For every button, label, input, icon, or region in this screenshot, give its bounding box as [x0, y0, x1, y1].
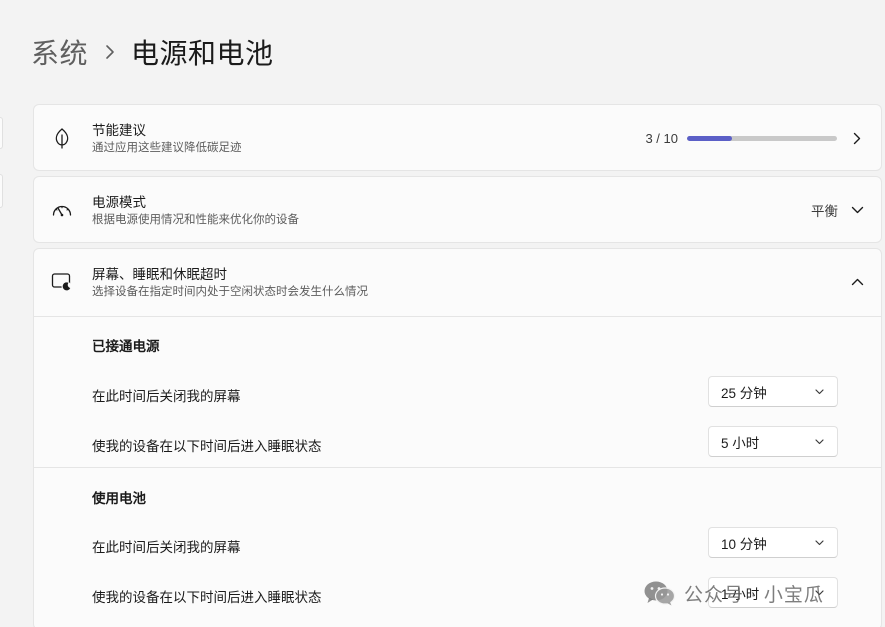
gauge-icon	[51, 199, 73, 221]
breadcrumb: 系统 电源和电池	[31, 34, 274, 70]
screen-sleep-icon	[51, 271, 73, 293]
screen-sleep-header[interactable]: 屏幕、睡眠和休眠超时 选择设备在指定时间内处于空闲状态时会发生什么情况	[34, 249, 881, 315]
dropdown-value: 10 分钟	[721, 536, 767, 552]
page-title: 电源和电池	[131, 38, 274, 69]
watermark-text: 公众号 · 小宝瓜	[684, 584, 824, 606]
power-mode-card[interactable]: 电源模式 根据电源使用情况和性能来优化你的设备 平衡	[33, 176, 882, 243]
nav-item-edge[interactable]	[0, 117, 3, 149]
progress-count: 3 / 10	[645, 130, 678, 146]
power-mode-subtitle: 根据电源使用情况和性能来优化你的设备	[92, 214, 299, 226]
dropdown-value: 25 分钟	[721, 385, 767, 401]
battery-screen-off-label: 在此时间后关闭我的屏幕	[92, 540, 241, 555]
settings-page: 系统 电源和电池 节能建议 通过应用这些建议降低碳足迹 3 / 10 电源模式 …	[0, 0, 885, 627]
nav-item-edge[interactable]	[0, 174, 3, 208]
plugged-screen-off-dropdown[interactable]: 25 分钟	[708, 376, 838, 407]
battery-heading: 使用电池	[92, 491, 146, 506]
breadcrumb-parent[interactable]: 系统	[31, 32, 88, 72]
wechat-icon	[644, 581, 676, 606]
screen-sleep-subtitle: 选择设备在指定时间内处于空闲状态时会发生什么情况	[92, 286, 368, 298]
plugged-sleep-label: 使我的设备在以下时间后进入睡眠状态	[92, 439, 322, 454]
screen-sleep-card: 屏幕、睡眠和休眠超时 选择设备在指定时间内处于空闲状态时会发生什么情况 已接通电…	[33, 248, 882, 627]
watermark: 公众号 · 小宝瓜	[643, 578, 824, 608]
dropdown-value: 5 小时	[721, 435, 760, 451]
leaf-icon	[51, 127, 73, 149]
chevron-down-icon	[815, 439, 824, 445]
breadcrumb-separator-icon	[105, 44, 115, 60]
energy-recommendations-card[interactable]: 节能建议 通过应用这些建议降低碳足迹 3 / 10	[33, 104, 882, 171]
chevron-up-icon[interactable]	[850, 275, 864, 289]
section-divider	[34, 467, 881, 468]
battery-sleep-label: 使我的设备在以下时间后进入睡眠状态	[92, 590, 322, 605]
plugged-screen-off-label: 在此时间后关闭我的屏幕	[92, 389, 241, 404]
power-mode-title: 电源模式	[92, 195, 146, 210]
chevron-right-icon[interactable]	[850, 131, 864, 145]
chevron-down-icon	[815, 540, 824, 546]
progress-bar-fill	[687, 135, 732, 141]
chevron-down-icon[interactable]	[850, 203, 864, 217]
progress-bar	[687, 135, 837, 141]
battery-screen-off-dropdown[interactable]: 10 分钟	[708, 527, 838, 558]
power-mode-value[interactable]: 平衡	[811, 200, 838, 220]
chevron-down-icon	[815, 389, 824, 395]
energy-subtitle: 通过应用这些建议降低碳足迹	[92, 142, 242, 154]
plugged-in-heading: 已接通电源	[92, 339, 160, 354]
plugged-sleep-dropdown[interactable]: 5 小时	[708, 426, 838, 457]
energy-title: 节能建议	[92, 123, 146, 138]
screen-sleep-title: 屏幕、睡眠和休眠超时	[92, 267, 227, 282]
